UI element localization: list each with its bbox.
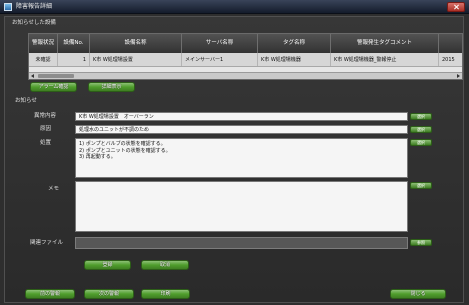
- related-file-field[interactable]: [75, 237, 408, 249]
- content-select-button[interactable]: 選択: [410, 113, 432, 120]
- column-header-server-name[interactable]: サーバ名称: [182, 34, 258, 53]
- print-button[interactable]: 印刷: [141, 289, 190, 299]
- memo-select-button[interactable]: 選択: [410, 182, 432, 189]
- register-button[interactable]: 登録: [84, 260, 131, 270]
- cause-field[interactable]: 処理水のユニットが不調のため: [75, 125, 408, 134]
- cell-server-name: メインサーバー1: [182, 53, 258, 66]
- alarm-section-label: お知らせした設備: [12, 20, 56, 26]
- cause-label: 原因: [40, 126, 52, 132]
- column-header-alarm-comment[interactable]: 警報発生タグコメント: [331, 34, 439, 53]
- content-field[interactable]: K市 W処理場設置 オーバーラン: [75, 112, 408, 121]
- cancel-button[interactable]: 取消: [141, 260, 189, 270]
- cause-select-button[interactable]: 選択: [410, 126, 432, 133]
- detail-button[interactable]: 詳細表示: [88, 82, 135, 92]
- memo-textarea[interactable]: [75, 181, 408, 232]
- action-select-button[interactable]: 選択: [410, 139, 432, 146]
- cell-equipment-name: K市 W処理場設置: [90, 53, 182, 66]
- column-header-status[interactable]: 警報状況: [29, 34, 58, 53]
- content-label: 異常内容: [34, 113, 57, 119]
- alarm-table: 警報状況 設備No. 設備名称 サーバ名称 タグ名称 警報発生タグコメント 未確…: [28, 33, 463, 80]
- horizontal-scrollbar[interactable]: [29, 72, 462, 79]
- arrow-right-icon[interactable]: [457, 74, 460, 78]
- previous-alarm-button[interactable]: 前の警報: [25, 289, 75, 299]
- table-header: 警報状況 設備No. 設備名称 サーバ名称 タグ名称 警報発生タグコメント: [29, 34, 462, 53]
- cell-date: 2015: [439, 53, 462, 66]
- acknowledge-alarm-button[interactable]: アラーム確認: [30, 82, 77, 92]
- column-header-tag-name[interactable]: タグ名称: [258, 34, 331, 53]
- column-header-equipment-name[interactable]: 設備名称: [90, 34, 182, 53]
- related-file-label: 関連ファイル: [30, 240, 64, 246]
- window-title: 障害報告詳細: [16, 3, 53, 10]
- memo-label: メモ: [48, 186, 60, 192]
- column-header-date[interactable]: [439, 34, 462, 53]
- close-dialog-button[interactable]: 閉じる: [390, 289, 446, 299]
- action-textarea[interactable]: 1) ポンプとバルブの状態を確認する。 2) ポンプとユニットの状態を確認する。…: [75, 138, 408, 178]
- cell-alarm-comment: K市 W処理場機器_警報停止: [331, 53, 439, 66]
- arrow-left-icon[interactable]: [31, 74, 34, 78]
- cell-equipment-no: 1: [58, 53, 90, 66]
- title-bar: 障害報告詳細: [0, 0, 469, 14]
- action-label: 処置: [40, 140, 52, 146]
- table-row[interactable]: 未確認 1 K市 W処理場設置 メインサーバー1 K市 W処理場機器 K市 W処…: [29, 53, 462, 67]
- scroll-thumb[interactable]: [38, 74, 74, 78]
- close-button[interactable]: [447, 2, 465, 12]
- cell-status: 未確認: [29, 53, 58, 66]
- next-alarm-button[interactable]: 次の警報: [84, 289, 134, 299]
- column-header-equipment-no[interactable]: 設備No.: [58, 34, 90, 53]
- related-file-browse-button[interactable]: 参照: [410, 239, 432, 246]
- notice-section-label: お知らせ: [15, 98, 37, 104]
- app-icon: [4, 3, 12, 11]
- close-icon: [453, 4, 459, 10]
- cell-tag-name: K市 W処理場機器: [258, 53, 331, 66]
